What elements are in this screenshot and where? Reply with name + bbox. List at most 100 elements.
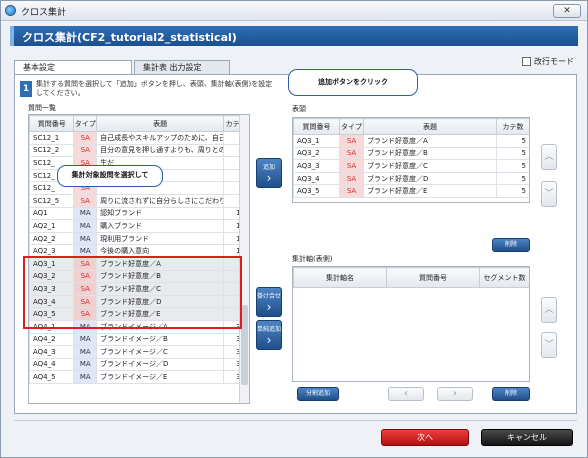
window-close-button[interactable]: ✕ (553, 4, 581, 18)
chevron-right-icon: › (266, 333, 272, 347)
table-row[interactable]: AQ3_1SAブランド好意度／A5 (293, 134, 529, 148)
table-row[interactable]: AQ4_3MAブランドイメージ／C30 (29, 345, 249, 359)
axis-move-down-icon[interactable]: ﹀ (541, 332, 557, 358)
tab-output-settings[interactable]: 集計表 出力設定 (134, 60, 230, 74)
table-row[interactable]: AQ4_5MAブランドイメージ／E30 (29, 370, 249, 384)
question-number-cell: AQ4_5 (29, 370, 75, 384)
type-cell: MA (73, 357, 98, 372)
question-list-label: 質問一覧 (28, 104, 56, 112)
type-cell: SA (73, 143, 98, 158)
tab-basic-settings[interactable]: 基本設定 (14, 60, 132, 75)
type-cell: SA (73, 193, 98, 208)
header-table-label: 表頭 (292, 105, 306, 113)
column-header-axis-name[interactable]: 集計軸名 (293, 267, 387, 288)
question-number-cell: AQ4_3 (29, 345, 75, 359)
column-header-type[interactable]: タイプ (73, 115, 98, 132)
table-row[interactable]: AQ3_3SAブランド好意度／C5 (293, 159, 529, 173)
column-header-title[interactable]: 表題 (96, 115, 225, 132)
column-header-title[interactable]: 表題 (363, 118, 497, 135)
question-number-cell: AQ4_2 (29, 332, 75, 347)
question-number-cell: AQ2_1 (29, 219, 75, 233)
type-cell: SA (339, 134, 364, 148)
selection-highlight-box (23, 256, 242, 329)
category-count-cell: 5 (496, 146, 529, 161)
multiply-button-label: 掛け合せ (257, 293, 282, 300)
table-row[interactable]: AQ2_2MA現利用ブランド11 (29, 231, 249, 246)
table-row[interactable]: SC12_1SA自己成長やスキルアップのために、自己5 (29, 131, 249, 145)
table-row[interactable]: AQ4_4MAブランドイメージ／D30 (29, 357, 249, 372)
column-header-question-no[interactable]: 質問番号 (386, 267, 480, 288)
split-add-button[interactable]: 分割追加 (297, 387, 339, 401)
column-header-type[interactable]: タイプ (339, 118, 364, 135)
cancel-button[interactable]: キャンセル (481, 429, 573, 446)
newline-mode-checkbox[interactable] (522, 57, 531, 66)
newline-mode-label: 改行モード (534, 57, 574, 66)
title-cell: ブランド好意度／E (363, 184, 497, 198)
multiply-button[interactable]: 掛け合せ › (256, 287, 282, 317)
type-cell: SA (339, 146, 364, 161)
title-cell: ブランド好意度／A (363, 134, 497, 148)
question-number-cell: SC12_5 (29, 193, 75, 208)
window-title: クロス集計 (21, 8, 67, 18)
question-number-cell: SC12_2 (29, 143, 75, 158)
header-delete-button[interactable]: 削除 (492, 238, 530, 252)
title-cell: ブランドイメージ／E (96, 370, 225, 384)
table-row[interactable]: AQ2_1MA購入ブランド11 (29, 219, 249, 233)
type-cell: MA (73, 370, 98, 384)
chevron-right-icon: › (266, 171, 272, 185)
question-number-cell: AQ3_2 (293, 146, 340, 161)
table-row[interactable]: SC12_5SA周りに流されずに自分らしさにこだわり5 (29, 193, 249, 208)
column-header-question-no[interactable]: 質問番号 (293, 118, 340, 135)
category-count-cell: 5 (496, 134, 529, 148)
title-cell: ブランドイメージ／D (96, 357, 225, 372)
app-icon (5, 5, 16, 16)
question-number-cell: AQ3_3 (293, 159, 340, 173)
chevron-left-icon[interactable]: ‹ (388, 387, 424, 401)
column-header-category-count[interactable]: カテ数 (496, 118, 529, 135)
table-row[interactable]: AQ3_2SAブランド好意度／B5 (293, 146, 529, 161)
table-row[interactable]: AQ1MA認知ブランド11 (29, 206, 249, 221)
move-up-icon[interactable]: ︿ (541, 144, 557, 170)
axis-table-label: 集計軸(表側) (292, 255, 333, 263)
page-header: クロス集計(CF2_tutorial2_statistical) (10, 26, 578, 46)
single-add-button-label: 単純追加 (257, 326, 282, 333)
add-button-label: 追加 (262, 164, 275, 171)
single-add-button[interactable]: 単純追加 › (256, 320, 282, 350)
footer-divider (14, 420, 577, 421)
category-count-cell: 5 (496, 159, 529, 173)
move-down-icon[interactable]: ﹀ (541, 181, 557, 207)
question-number-cell: AQ3_1 (293, 134, 340, 148)
type-cell: SA (73, 131, 98, 145)
table-row[interactable]: AQ3_5SAブランド好意度／E5 (293, 184, 529, 198)
column-header-segment-count[interactable]: セグメント数 (479, 267, 529, 288)
title-cell: ブランドイメージ／B (96, 332, 225, 347)
type-cell: MA (73, 206, 98, 221)
type-cell: MA (73, 231, 98, 246)
title-cell: 購入ブランド (96, 219, 225, 233)
type-cell: SA (339, 159, 364, 173)
select-hint-callout: 集計対象設問を選択して (57, 165, 163, 187)
title-cell: 目分の意見を押し通すよりも、周りとの (96, 143, 225, 158)
column-header-question-no[interactable]: 質問番号 (29, 115, 75, 132)
question-list-scroll-thumb[interactable] (241, 305, 248, 385)
header-table-grid: 質問番号 タイプ 表題 カテ数 AQ3_1 SA ブランド好意度／A 5 AQ3_2 SA… (292, 117, 530, 203)
type-cell: MA (73, 219, 98, 233)
newline-mode-option[interactable]: 改行モード (522, 56, 574, 67)
table-row[interactable]: AQ3_4SAブランド好意度／D5 (293, 171, 529, 186)
chevron-right-icon[interactable]: › (437, 387, 473, 401)
chevron-right-icon: › (266, 300, 272, 314)
axis-move-up-icon[interactable]: ︿ (541, 297, 557, 323)
axis-delete-button[interactable]: 削除 (492, 387, 530, 401)
add-button[interactable]: 追加 › (256, 158, 282, 188)
title-bar: クロス集計 ✕ (1, 1, 587, 21)
title-cell: 現利用ブランド (96, 231, 225, 246)
type-cell: SA (339, 184, 364, 198)
table-row[interactable]: SC12_2SA目分の意見を押し通すよりも、周りとの5 (29, 143, 249, 158)
table-row[interactable]: AQ4_2MAブランドイメージ／B30 (29, 332, 249, 347)
axis-table-grid: 集計軸名 質問番号 セグメント数 (292, 266, 530, 382)
next-button[interactable]: 次へ (381, 429, 469, 446)
title-cell: 認知ブランド (96, 206, 225, 221)
title-cell: 自己成長やスキルアップのために、自己 (96, 131, 225, 145)
question-number-cell: AQ4_4 (29, 357, 75, 372)
title-cell: ブランド好意度／C (363, 159, 497, 173)
